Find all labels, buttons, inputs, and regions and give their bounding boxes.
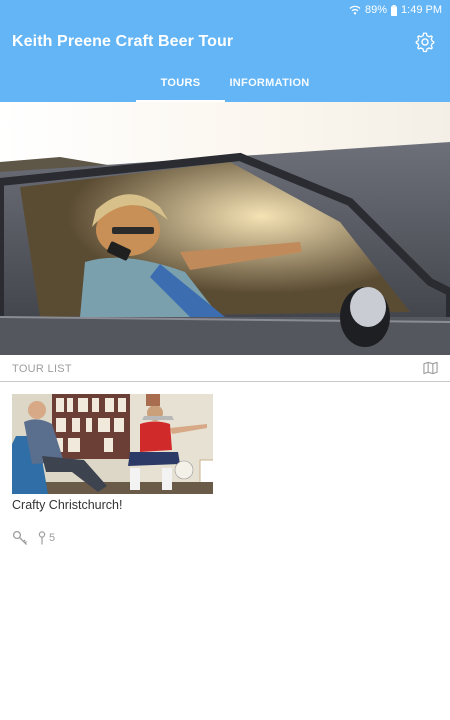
app-bar: 89% 1:49 PM Keith Preene Craft Beer Tour… (0, 0, 450, 102)
tour-card[interactable]: Crafty Christchurch! 5 (12, 394, 213, 545)
battery-percentage: 89% (365, 4, 388, 16)
stop-count: 5 (38, 531, 55, 545)
stop-count-value: 5 (49, 532, 56, 544)
app-title: Keith Preene Craft Beer Tour (12, 33, 234, 50)
tour-list-title: TOUR LIST (12, 363, 72, 375)
wifi-icon (349, 5, 361, 15)
tab-bar: TOURS INFORMATION (136, 70, 314, 102)
tour-thumbnail[interactable] (12, 394, 213, 494)
gear-icon[interactable] (414, 31, 436, 53)
pin-icon (38, 531, 46, 545)
status-bar: 89% 1:49 PM (0, 0, 450, 20)
hero-image (0, 102, 450, 355)
tab-tours[interactable]: TOURS (136, 70, 225, 102)
map-icon[interactable] (423, 361, 438, 375)
battery-icon (391, 4, 398, 16)
tab-information[interactable]: INFORMATION (225, 70, 314, 102)
tour-title: Crafty Christchurch! (12, 498, 123, 512)
key-icon (12, 530, 27, 545)
tour-meta: 5 (12, 530, 55, 546)
tour-list-header: TOUR LIST (0, 355, 450, 382)
clock: 1:49 PM (401, 4, 442, 16)
